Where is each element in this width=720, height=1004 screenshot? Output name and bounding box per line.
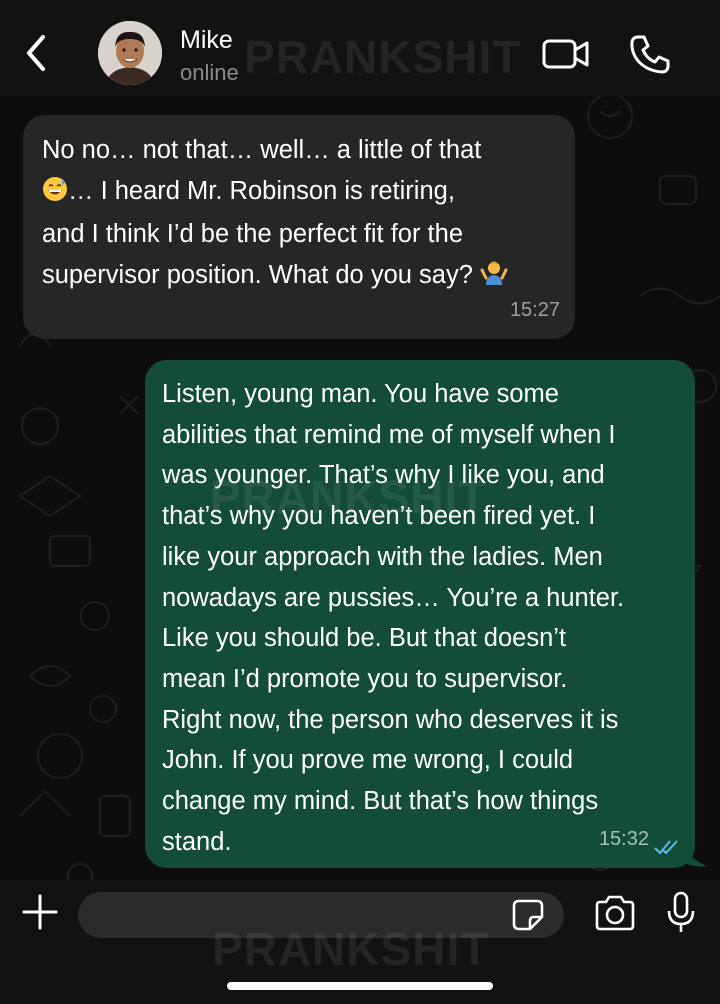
chevron-left-icon: [27, 35, 45, 71]
incoming-message-bubble[interactable]: No no… not that… well… a little of that …: [23, 115, 575, 339]
contact-name[interactable]: Mike: [180, 26, 233, 55]
message-timestamp: 15:27: [509, 299, 560, 322]
video-call-button[interactable]: [540, 34, 594, 74]
message-text: No no… not that… well… a little of that …: [42, 130, 555, 299]
avatar-portrait: [98, 21, 162, 85]
message-text: Listen, young man. You have some abiliti…: [162, 380, 625, 856]
camera-icon: [595, 895, 635, 931]
video-camera-icon: [542, 39, 589, 69]
chat-header: Mike online: [0, 0, 720, 96]
phone-icon: [630, 35, 670, 74]
camera-button[interactable]: [592, 893, 638, 933]
double-check-read-icon: [654, 840, 678, 855]
contact-status: online: [180, 60, 239, 85]
home-indicator[interactable]: [227, 982, 493, 990]
microphone-icon: [667, 891, 695, 932]
attach-button[interactable]: [20, 892, 60, 932]
message-input[interactable]: [78, 892, 564, 938]
voice-call-button[interactable]: [628, 32, 672, 76]
person-shrugging-emoji-icon: [480, 258, 508, 299]
grinning-sweat-emoji-icon: [42, 174, 68, 215]
chat-area[interactable]: No no… not that… well… a little of that …: [0, 96, 720, 880]
message-text-part: … I heard Mr. Robinson is retiring, and …: [42, 176, 473, 290]
outgoing-message-bubble[interactable]: Listen, young man. You have some abiliti…: [145, 360, 695, 868]
message-timestamp: 15:32: [598, 828, 649, 851]
back-button[interactable]: [14, 24, 58, 82]
avatar[interactable]: [98, 21, 162, 85]
voice-message-button[interactable]: [664, 890, 698, 936]
bubble-tail: [682, 838, 708, 867]
sticker-icon: [512, 899, 544, 931]
sticker-button[interactable]: [510, 897, 546, 933]
plus-icon: [22, 894, 58, 930]
message-text-part: No no… not that… well… a little of that: [42, 136, 482, 164]
